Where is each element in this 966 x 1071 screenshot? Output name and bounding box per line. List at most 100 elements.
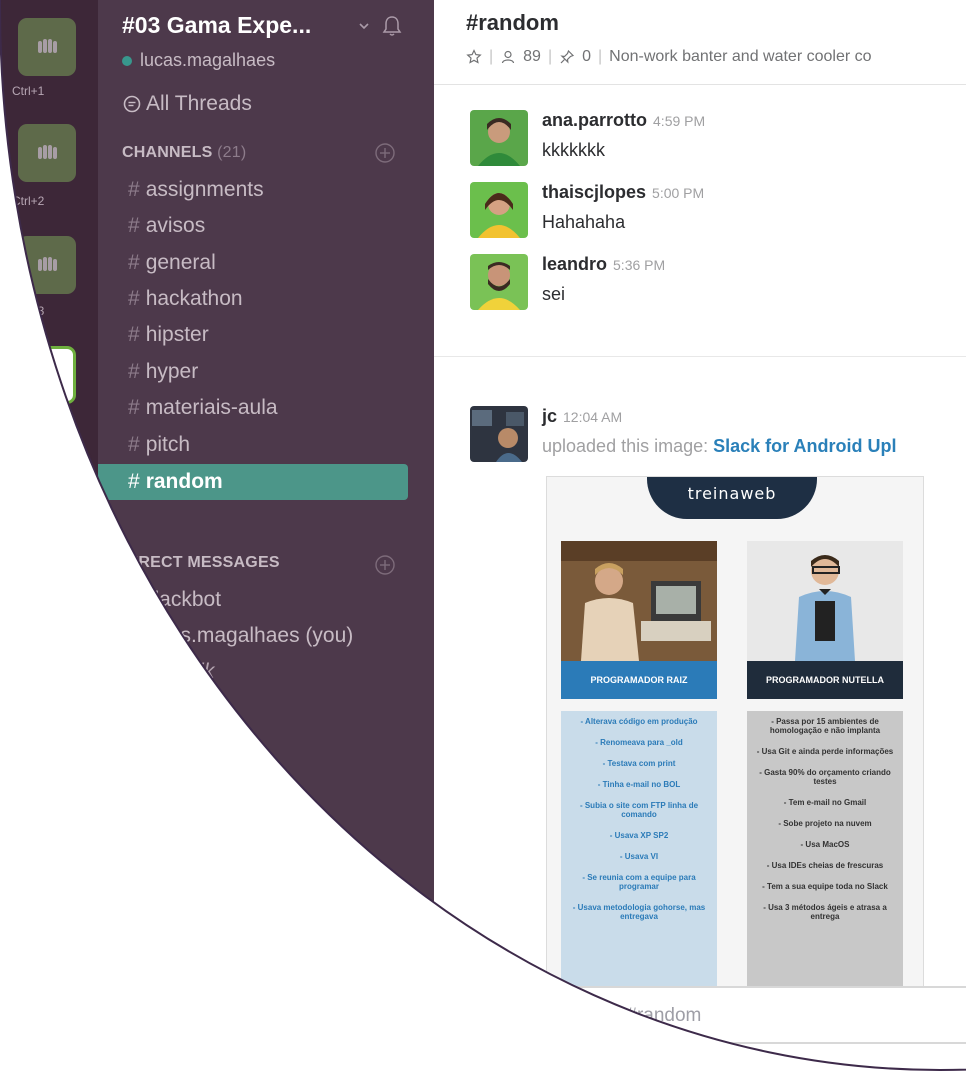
dm-lucas-magalhaes[interactable]: lucas.magalhaes (you) bbox=[122, 624, 353, 648]
pin-icon[interactable] bbox=[559, 49, 575, 65]
star-icon[interactable] bbox=[466, 49, 482, 65]
list-item: - Usa IDEs cheias de frescuras bbox=[766, 861, 884, 870]
threads-icon bbox=[123, 95, 141, 113]
channels-count: (21) bbox=[217, 144, 247, 161]
list-item: - Usa 3 métodos ágeis e atrasa a entrega bbox=[763, 903, 887, 921]
team-icon-6[interactable] bbox=[18, 566, 76, 624]
dm-name: im bbox=[278, 880, 301, 903]
upload-text: uploaded this image: Slack for Android U… bbox=[542, 436, 897, 457]
channel-label: hyper bbox=[145, 360, 199, 383]
message-time[interactable]: 5:36 PM bbox=[613, 257, 665, 273]
away-status-icon bbox=[122, 667, 132, 677]
list-item: - Testava com print bbox=[602, 759, 676, 768]
message-divider bbox=[434, 356, 966, 357]
team-shortcut-5: Ctrl+5 bbox=[12, 524, 45, 538]
channel-label: hackathon bbox=[145, 287, 243, 310]
channel-general[interactable]: # general bbox=[98, 245, 408, 281]
uploaded-image[interactable]: treinaweb PROGRAMADOR RAIZ - Alterava có… bbox=[546, 476, 924, 998]
channel-label: random bbox=[145, 470, 223, 493]
list-item: - Gasta 90% do orçamento criando testes bbox=[759, 768, 891, 786]
team-switcher-rail: Ctrl+1 Ctrl+2 Ctrl+3 Ctrl+4 2 Ctrl+5 bbox=[0, 0, 98, 1070]
all-threads-link[interactable]: All Threads bbox=[122, 92, 252, 116]
pin-count[interactable]: 0 bbox=[582, 48, 591, 66]
dm-ft-gibran[interactable]: ft.gibran bbox=[142, 733, 218, 757]
channel-label: general bbox=[145, 251, 216, 274]
message-time[interactable]: 12:04 AM bbox=[563, 409, 622, 425]
channel-label: avisos bbox=[145, 214, 206, 237]
message-author[interactable]: ana.parrotto 4:59 PM bbox=[542, 110, 705, 131]
add-channel-icon[interactable] bbox=[374, 142, 396, 164]
channel-hyper[interactable]: # hyper bbox=[98, 354, 408, 390]
column-programador-raiz: PROGRAMADOR RAIZ - Alterava código em pr… bbox=[561, 529, 717, 997]
team-shortcut-4: Ctrl+4 bbox=[12, 414, 45, 428]
attach-file-button[interactable]: + bbox=[466, 988, 530, 1042]
avatar[interactable] bbox=[470, 406, 528, 462]
slack-app: Ctrl+1 Ctrl+2 Ctrl+3 Ctrl+4 2 Ctrl+5 #03… bbox=[0, 0, 966, 1070]
photo-programador-nutella bbox=[747, 541, 903, 661]
online-status-icon bbox=[122, 631, 132, 641]
channel-label: assignments bbox=[145, 178, 264, 201]
message-text: kkkkkkk bbox=[542, 140, 605, 160]
chevron-down-icon[interactable] bbox=[358, 20, 370, 32]
channel-assignments[interactable]: # assignments bbox=[98, 172, 408, 208]
message-author[interactable]: thaiscjlopes 5:00 PM bbox=[542, 182, 704, 203]
channel-hipster[interactable]: # hipster bbox=[98, 317, 408, 353]
fist-logo-icon bbox=[38, 145, 57, 159]
message-author[interactable]: jc 12:04 AM bbox=[542, 406, 622, 427]
dm-name: slackbot bbox=[144, 588, 222, 611]
dm-name: ft.gibran bbox=[142, 733, 218, 756]
list-item: - Sobe projeto na nuvem bbox=[778, 819, 872, 828]
channel-hackathon[interactable]: # hackathon bbox=[98, 281, 408, 317]
channel-avisos[interactable]: # avisos bbox=[98, 208, 408, 244]
direct-messages-header[interactable]: DIRECT MESSAGES bbox=[122, 554, 280, 572]
avatar[interactable] bbox=[470, 110, 528, 166]
dm-name: brunna bbox=[142, 697, 208, 720]
current-user[interactable]: lucas.magalhaes bbox=[122, 50, 275, 71]
list-item: - Usava metodologia gohorse, mas entrega… bbox=[572, 903, 706, 921]
member-count[interactable]: 89 bbox=[523, 48, 541, 66]
list-item: - Usava VI bbox=[619, 852, 659, 861]
dm-akrafzik[interactable]: akrafzik bbox=[122, 660, 214, 684]
channel-pitch[interactable]: # pitch bbox=[98, 427, 408, 463]
channel-random-active[interactable]: # random bbox=[98, 464, 408, 500]
message-input[interactable] bbox=[542, 998, 966, 1034]
message-pane: #random | 89 | 0 | Non-work banter and w… bbox=[434, 0, 966, 1070]
channel-label: hipster bbox=[145, 323, 209, 346]
title-programador-nutella: PROGRAMADOR NUTELLA bbox=[747, 661, 903, 699]
team-icon-5[interactable] bbox=[18, 458, 76, 516]
upload-prefix: uploaded this image: bbox=[542, 436, 709, 456]
team-icon-1[interactable] bbox=[18, 18, 76, 76]
fist-logo-icon bbox=[38, 39, 57, 53]
unread-badge: 2 bbox=[62, 447, 92, 477]
members-icon[interactable] bbox=[500, 49, 516, 65]
add-dm-icon[interactable] bbox=[374, 554, 396, 576]
channel-materiais-aula[interactable]: # materiais-aula bbox=[98, 390, 408, 426]
message-text: sei bbox=[542, 284, 566, 304]
channel-title[interactable]: #random bbox=[466, 10, 559, 36]
list-item: - Usa MacOS bbox=[800, 840, 850, 849]
dm-slackbot[interactable]: slackbot bbox=[122, 588, 221, 612]
uploaded-file-link[interactable]: Slack for Android Upl bbox=[713, 436, 896, 456]
team-name[interactable]: #03 Gama Expe... bbox=[122, 12, 311, 39]
dm-im[interactable]: im bbox=[278, 880, 300, 904]
title-programador-raiz: PROGRAMADOR RAIZ bbox=[561, 661, 717, 699]
dm-elizario[interactable]: elizario bbox=[218, 805, 285, 829]
message-author[interactable]: leandro 5:36 PM bbox=[542, 254, 665, 275]
away-status-icon bbox=[122, 704, 132, 714]
message-time[interactable]: 4:59 PM bbox=[653, 113, 705, 129]
list-item: - Subia o site com FTP linha de comando bbox=[579, 801, 699, 819]
message-time[interactable]: 5:00 PM bbox=[652, 185, 704, 201]
team-icon-3[interactable] bbox=[18, 236, 76, 294]
team-icon-2[interactable] bbox=[18, 124, 76, 182]
team-icon-4-active[interactable] bbox=[18, 346, 76, 404]
column-programador-nutella: PROGRAMADOR NUTELLA - Passa por 15 ambie… bbox=[747, 529, 903, 997]
dm-brunna[interactable]: brunna bbox=[122, 697, 207, 721]
bell-icon[interactable] bbox=[380, 14, 404, 38]
channels-header[interactable]: CHANNELS (21) bbox=[122, 144, 246, 162]
avatar[interactable] bbox=[470, 182, 528, 238]
avatar[interactable] bbox=[470, 254, 528, 310]
list-programador-raiz: - Alterava código em produção - Renomeav… bbox=[561, 711, 717, 997]
team-shortcut-2: Ctrl+2 bbox=[12, 194, 45, 208]
team-shortcut-3: Ctrl+3 bbox=[12, 304, 45, 318]
dm-zaia[interactable]: zaia bbox=[164, 769, 203, 793]
